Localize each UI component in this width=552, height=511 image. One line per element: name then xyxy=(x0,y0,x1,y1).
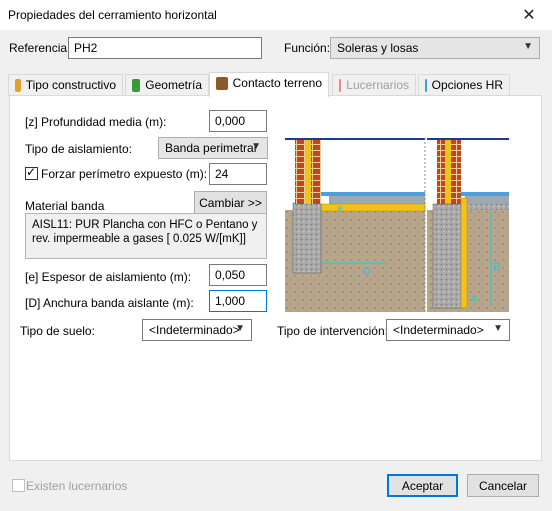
vertical-insulation xyxy=(460,197,468,309)
intervencion-select[interactable]: <Indeterminado> ▼ xyxy=(386,319,510,341)
referencia-input[interactable]: PH2 xyxy=(68,37,262,59)
profundidad-input[interactable]: 0,000 xyxy=(209,110,267,132)
material-label: Material banda xyxy=(25,199,105,213)
referencia-label: Referencia: xyxy=(9,41,71,55)
tab-opciones-hr[interactable]: Opciones HR xyxy=(418,74,510,96)
gravel-layer xyxy=(465,204,509,210)
top-border xyxy=(285,138,425,140)
chevron-down-icon: ▼ xyxy=(493,323,503,334)
suelo-label: Tipo de suelo: xyxy=(20,324,95,338)
forzar-label: Forzar perímetro expuesto (m): xyxy=(41,167,208,181)
opciones-hr-icon xyxy=(425,79,427,92)
d-label: D xyxy=(363,266,370,277)
lucernarios-checkbox xyxy=(12,479,25,492)
aislamiento-label: Tipo de aislamiento: xyxy=(25,142,132,156)
suelo-value: <Indeterminado> xyxy=(149,323,240,337)
forzar-input[interactable]: 24 xyxy=(209,163,267,185)
anchura-input[interactable]: 1,000 xyxy=(209,290,267,312)
geometria-icon xyxy=(132,79,141,92)
floor-slab xyxy=(465,196,509,204)
foundation xyxy=(292,202,322,274)
chevron-down-icon: ▼ xyxy=(251,141,261,152)
dialog-body: Referencia: PH2 Función: Soleras y losas… xyxy=(0,30,552,511)
wall-insulation xyxy=(445,140,451,204)
material-description: AISL11: PUR Plancha con HFC o Pentano y … xyxy=(25,213,267,259)
tab-contacto-terreno[interactable]: Contacto terreno xyxy=(209,72,329,97)
tab-opciones-hr-label: Opciones HR xyxy=(431,78,503,92)
chevron-down-icon: ▼ xyxy=(235,323,245,334)
tipo-constructivo-icon xyxy=(15,79,21,92)
e-label: e xyxy=(472,293,477,303)
lucernarios-label: Existen lucernarios xyxy=(26,479,128,493)
tab-geometria[interactable]: Geometría xyxy=(125,74,209,96)
tab-tipo-constructivo-label: Tipo constructivo xyxy=(25,78,116,92)
tab-contacto-terreno-label: Contacto terreno xyxy=(232,76,322,90)
tab-geometria-label: Geometría xyxy=(145,78,202,92)
funcion-select[interactable]: Soleras y losas ▼ xyxy=(330,37,540,59)
aislamiento-value: Banda perimetral xyxy=(165,141,257,155)
wall-insulation xyxy=(305,140,311,204)
profundidad-label: [z] Profundidad media (m): xyxy=(25,115,167,129)
tab-tipo-constructivo[interactable]: Tipo constructivo xyxy=(8,74,123,96)
funcion-value: Soleras y losas xyxy=(337,41,419,55)
espesor-label: [e] Espesor de aislamiento (m): xyxy=(25,270,192,284)
chevron-down-icon: ▼ xyxy=(523,41,533,52)
d-label: D xyxy=(493,262,500,273)
cancelar-button[interactable]: Cancelar xyxy=(467,474,539,497)
espesor-input[interactable]: 0,050 xyxy=(209,264,267,286)
intervencion-label: Tipo de intervención: xyxy=(277,324,388,338)
e-label: e xyxy=(338,203,343,213)
aislamiento-select[interactable]: Banda perimetral ▼ xyxy=(158,137,268,159)
ground-contact-diagram: D e D e xyxy=(285,138,509,312)
tab-lucernarios-label: Lucernarios xyxy=(346,78,409,92)
intervencion-value: <Indeterminado> xyxy=(393,323,484,337)
title-bar: Propiedades del cerramiento horizontal ✕ xyxy=(0,0,552,30)
aceptar-button[interactable]: Aceptar xyxy=(387,474,458,497)
cambiar-button[interactable]: Cambiar >> xyxy=(194,191,267,214)
suelo-select[interactable]: <Indeterminado> ▼ xyxy=(142,319,252,341)
close-icon[interactable]: ✕ xyxy=(506,0,552,30)
floor-slab xyxy=(329,196,425,204)
contacto-terreno-icon xyxy=(216,77,228,90)
lucernarios-icon xyxy=(339,79,342,92)
waterproof-line xyxy=(461,192,509,196)
waterproof-line xyxy=(321,192,425,196)
insulation-band xyxy=(320,203,426,212)
anchura-label: [D] Anchura banda aislante (m): xyxy=(25,296,194,310)
top-border xyxy=(427,138,509,140)
forzar-checkbox[interactable] xyxy=(25,165,38,180)
tab-lucernarios: Lucernarios xyxy=(332,74,416,96)
foundation xyxy=(432,203,462,309)
funcion-label: Función: xyxy=(284,41,331,55)
window-title: Propiedades del cerramiento horizontal xyxy=(8,8,217,22)
